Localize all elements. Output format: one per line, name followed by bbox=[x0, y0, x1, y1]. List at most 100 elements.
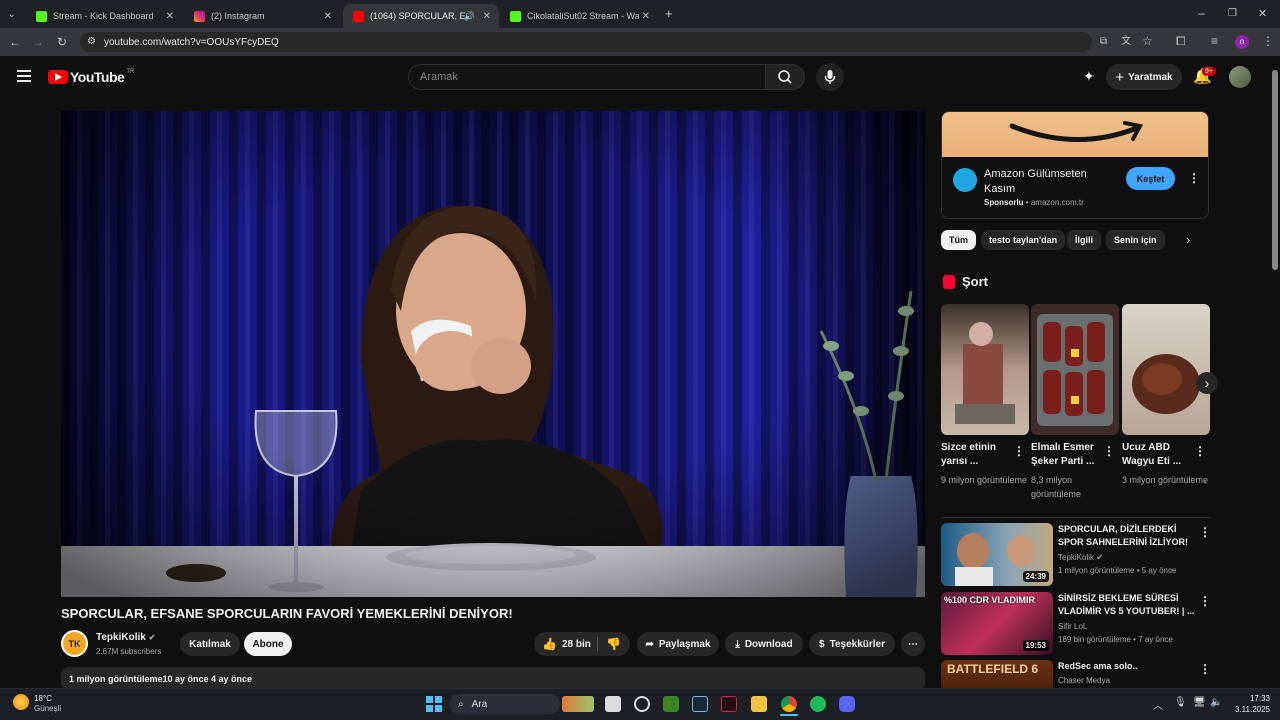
valorant-icon[interactable] bbox=[721, 696, 737, 712]
tab-kick-dashboard[interactable]: Stream - Kick Dashboard ✕ bbox=[26, 4, 182, 28]
more-actions-button[interactable]: ⋯ bbox=[901, 632, 925, 656]
weather-widget[interactable]: 18°C Güneşli bbox=[34, 694, 61, 714]
tab-instagram[interactable]: (2) Instagram ✕ bbox=[184, 4, 340, 28]
recommended-more-options-icon[interactable]: ⋮ bbox=[1199, 594, 1211, 608]
tray-microphone-icon[interactable]: 🎙 bbox=[1174, 697, 1187, 708]
install-app-icon[interactable]: ⧉ bbox=[1100, 36, 1107, 48]
steam-icon[interactable] bbox=[692, 696, 708, 712]
recommended-video[interactable]: %100 CDR VLADIMIR 19:53 SİNİRSİZ BEKLEME… bbox=[941, 592, 1211, 656]
channel-name[interactable]: TepkiKolik ✔ bbox=[96, 632, 155, 643]
subscribe-button[interactable]: Abone bbox=[244, 632, 292, 656]
minecraft-icon[interactable] bbox=[663, 696, 679, 712]
chip-testo-taylan[interactable]: testo taylan'dan bbox=[981, 230, 1066, 250]
sponsored-ad-card[interactable]: Amazon Gülümseten Kasım Sponsorlu • amaz… bbox=[941, 111, 1209, 219]
chip-related[interactable]: İlgili bbox=[1067, 230, 1101, 250]
create-button[interactable]: + Yaratmak bbox=[1106, 64, 1182, 90]
recommended-video[interactable]: BATTLEFIELD 6 RedSec ama solo.. Chaser M… bbox=[941, 660, 1211, 688]
short-item[interactable]: Elmalı Esmer Şeker Parti ... 8,3 milyon … bbox=[1031, 304, 1119, 501]
close-window-icon[interactable]: ✕ bbox=[1258, 8, 1267, 20]
start-windows-icon[interactable] bbox=[426, 696, 442, 712]
discord-icon[interactable] bbox=[839, 696, 855, 712]
verified-badge-icon: ✔ bbox=[148, 633, 156, 642]
short-thumbnail[interactable] bbox=[1122, 304, 1210, 435]
chrome-icon[interactable] bbox=[781, 696, 797, 712]
youtube-logo[interactable]: YouTube TR bbox=[48, 69, 134, 85]
search-button[interactable] bbox=[765, 64, 805, 90]
bookmark-star-icon[interactable]: ☆ bbox=[1142, 35, 1153, 47]
back-icon[interactable]: ← bbox=[9, 36, 21, 48]
recommended-thumbnail[interactable]: 24:39 bbox=[941, 523, 1053, 586]
join-button[interactable]: Katılmak bbox=[180, 632, 240, 656]
hamburger-menu-icon[interactable] bbox=[17, 70, 31, 82]
recommended-more-options-icon[interactable]: ⋮ bbox=[1199, 662, 1211, 676]
download-button[interactable]: ⤓ Download bbox=[725, 632, 803, 656]
system-clock[interactable]: 17:33 3.11.2025 bbox=[1228, 693, 1270, 715]
tab-kick-stream[interactable]: CikolataliSut02 Stream - Watch ✕ bbox=[500, 4, 658, 28]
audio-playing-icon[interactable]: 🔊 bbox=[464, 11, 475, 22]
recommended-more-options-icon[interactable]: ⋮ bbox=[1199, 525, 1211, 539]
recommended-thumbnail[interactable]: BATTLEFIELD 6 bbox=[941, 660, 1053, 688]
address-bar[interactable]: ⚙ youtube.com/watch?v=OOUsYFcyDEQ bbox=[80, 32, 1092, 52]
tab-youtube-active[interactable]: (1064) SPORCULAR, EFSANE 🔊 ✕ bbox=[343, 4, 499, 28]
short-item[interactable]: Sizce etinin yarısı ... 9 milyon görüntü… bbox=[941, 304, 1029, 487]
forward-icon[interactable]: → bbox=[32, 36, 44, 48]
close-tab-icon[interactable]: ✕ bbox=[324, 11, 332, 22]
reload-icon[interactable]: ↻ bbox=[57, 36, 67, 48]
close-tab-icon[interactable]: ✕ bbox=[483, 11, 491, 22]
chip-all[interactable]: Tüm bbox=[941, 230, 976, 250]
like-thumb-icon[interactable]: 👍 bbox=[542, 637, 557, 651]
dislike-thumb-icon[interactable]: 👎 bbox=[606, 637, 621, 651]
weather-sun-icon[interactable] bbox=[13, 694, 29, 710]
extensions-icon[interactable]: ⧠ bbox=[1176, 35, 1186, 47]
ad-cta-button[interactable]: Keşfet bbox=[1126, 167, 1175, 190]
short-item[interactable]: Ucuz ABD Wagyu Eti ... 3 milyon görüntül… bbox=[1122, 304, 1210, 487]
close-tab-icon[interactable]: ✕ bbox=[166, 11, 174, 22]
shorts-next-button[interactable]: › bbox=[1196, 372, 1218, 394]
chip-for-you[interactable]: Senin için bbox=[1106, 230, 1165, 250]
short-thumbnail[interactable] bbox=[1031, 304, 1119, 435]
taskbar-search[interactable]: ⌕ Ara bbox=[450, 694, 560, 714]
close-tab-icon[interactable]: ✕ bbox=[642, 11, 650, 22]
voice-search-button[interactable] bbox=[816, 63, 844, 91]
channel-avatar[interactable]: TK bbox=[61, 630, 88, 657]
reading-list-icon[interactable]: ≡ bbox=[1211, 35, 1218, 47]
thanks-button[interactable]: $ Teşekkürler bbox=[809, 632, 895, 656]
user-avatar[interactable] bbox=[1229, 66, 1251, 88]
short-thumbnail[interactable] bbox=[941, 304, 1029, 435]
recommended-thumbnail[interactable]: %100 CDR VLADIMIR 19:53 bbox=[941, 592, 1053, 655]
profile-avatar[interactable]: o bbox=[1235, 35, 1249, 49]
ad-title[interactable]: Amazon Gülümseten Kasım bbox=[984, 167, 1116, 197]
new-tab-icon[interactable]: + bbox=[665, 7, 673, 20]
browser-menu-icon[interactable]: ⋮ bbox=[1262, 35, 1274, 47]
restore-window-icon[interactable]: ❐ bbox=[1228, 8, 1237, 20]
tab-search-icon[interactable]: ⌄ bbox=[8, 8, 16, 20]
volume-icon[interactable]: 🔈 bbox=[1210, 697, 1222, 708]
tray-overflow-chevron-icon[interactable]: ︿ bbox=[1153, 697, 1163, 712]
short-more-options-icon[interactable]: ⋮ bbox=[1013, 444, 1025, 458]
video-player[interactable] bbox=[61, 111, 925, 597]
file-explorer-icon[interactable] bbox=[751, 696, 767, 712]
search-highlight-icon[interactable] bbox=[562, 696, 594, 712]
recommended-video[interactable]: 24:39 SPORCULAR, DİZİLERDEKİ SPOR SAHNEL… bbox=[941, 523, 1211, 587]
short-more-options-icon[interactable]: ⋮ bbox=[1103, 444, 1115, 458]
like-count[interactable]: 28 bin bbox=[562, 639, 591, 650]
copilot-icon[interactable] bbox=[634, 696, 650, 712]
spotify-icon[interactable] bbox=[810, 696, 826, 712]
site-info-icon[interactable]: ⚙ bbox=[87, 36, 96, 48]
scrollbar-thumb[interactable] bbox=[1272, 70, 1278, 270]
gemini-sparkle-icon[interactable]: ✦ bbox=[1083, 68, 1095, 85]
ad-more-options-icon[interactable]: ⋮ bbox=[1188, 171, 1200, 185]
page-scrollbar[interactable] bbox=[1270, 56, 1280, 688]
translate-icon[interactable]: 文 bbox=[1121, 36, 1131, 48]
short-title: Elmalı Esmer Şeker Parti ... bbox=[1031, 442, 1095, 467]
search-input[interactable]: Aramak bbox=[408, 64, 766, 90]
chips-next-chevron-icon[interactable]: › bbox=[1186, 232, 1190, 247]
short-views: 8,3 milyon görüntüleme bbox=[1031, 475, 1082, 499]
network-icon[interactable]: 🖥 bbox=[1193, 697, 1206, 708]
minimize-window-icon[interactable]: – bbox=[1198, 7, 1205, 19]
short-more-options-icon[interactable]: ⋮ bbox=[1194, 444, 1206, 458]
download-icon: ⤓ bbox=[735, 638, 740, 650]
advertiser-logo-icon bbox=[953, 168, 977, 192]
task-view-icon[interactable] bbox=[605, 696, 621, 712]
share-button[interactable]: ➦ Paylaşmak bbox=[637, 632, 719, 656]
